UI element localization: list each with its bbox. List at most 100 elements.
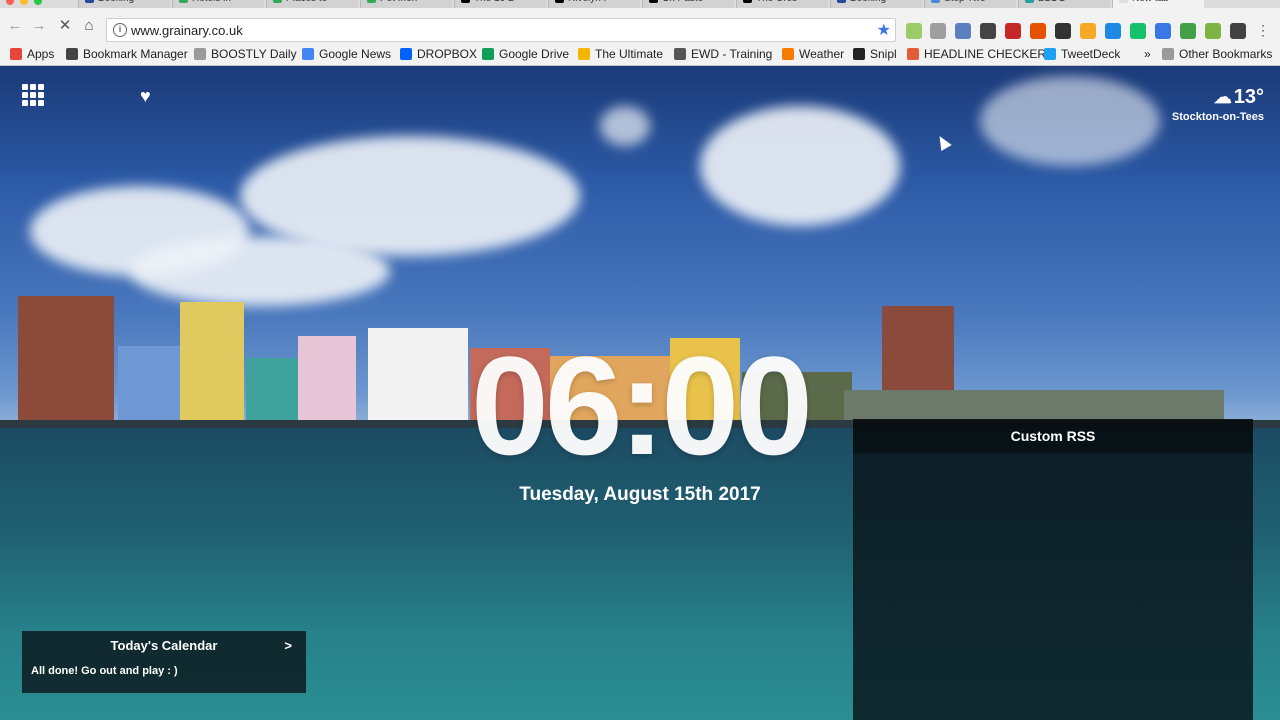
extension-icon[interactable]	[1155, 23, 1171, 39]
browser-tab[interactable]: Step Two ×	[924, 0, 1016, 8]
browser-tab[interactable]: Places to ×	[266, 0, 358, 8]
heart-pulse-icon[interactable]: ♥	[140, 86, 151, 106]
bookmark-item[interactable]: Google Drive	[482, 46, 569, 62]
browser-tab[interactable]: Hotels in ×	[172, 0, 264, 8]
reload-icon[interactable]: ✕	[56, 17, 74, 35]
bookmark-item[interactable]: HEADLINE CHECKER	[907, 46, 1046, 62]
weather-icon	[782, 48, 794, 60]
bookmark-star-icon[interactable]: ★	[877, 20, 891, 40]
forward-icon[interactable]: →	[30, 17, 48, 35]
tab-close-icon[interactable]: ×	[628, 0, 634, 4]
tab-close-icon[interactable]: ×	[252, 0, 258, 4]
bookmark-label: HEADLINE CHECKER	[924, 47, 1047, 61]
browser-tab[interactable]: Pet frien ×	[360, 0, 452, 8]
tab-close-icon[interactable]: ×	[910, 0, 916, 4]
calendar-header[interactable]: Today's Calendar >	[22, 631, 306, 661]
minimize-window-icon[interactable]	[20, 0, 28, 5]
apps-grid-icon[interactable]	[22, 84, 44, 106]
browser-tab[interactable]: Rivelyn F ×	[548, 0, 640, 8]
site-info-icon[interactable]: i	[113, 23, 127, 37]
maximize-window-icon[interactable]	[34, 0, 42, 5]
address-bar[interactable]: i www.grainary.co.uk ★	[106, 18, 896, 42]
co-icon	[907, 48, 919, 60]
browser-tab[interactable]: The 10 B ×	[454, 0, 546, 8]
tab-close-icon[interactable]: ×	[346, 0, 352, 4]
building	[246, 358, 298, 424]
extension-icon[interactable]	[1230, 23, 1246, 39]
browser-tab[interactable]: Ox Pasto ×	[642, 0, 734, 8]
tab-favicon-icon	[273, 0, 282, 3]
tab-close-icon[interactable]: ×	[1192, 0, 1198, 4]
extension-icon[interactable]	[955, 23, 971, 39]
tab-label: Ox Pasto	[662, 0, 703, 4]
weather-widget[interactable]: ☁ 13° Stockton-on-Tees	[1172, 86, 1264, 123]
browser-tab[interactable]: Booking ×	[78, 0, 170, 8]
browser-tab[interactable]: BLOG ×	[1018, 0, 1110, 8]
star-icon	[66, 48, 78, 60]
extension-icon[interactable]	[1005, 23, 1021, 39]
background-cloud	[700, 106, 900, 226]
extension-icon[interactable]	[1080, 23, 1096, 39]
back-icon[interactable]: ←	[6, 17, 24, 35]
extension-icon[interactable]	[1030, 23, 1046, 39]
tab-favicon-icon	[461, 0, 470, 3]
close-window-icon[interactable]	[6, 0, 14, 5]
pocket-icon[interactable]	[980, 23, 996, 39]
extension-icon[interactable]	[1180, 23, 1196, 39]
home-icon[interactable]: ⌂	[80, 17, 98, 35]
tab-close-icon[interactable]: ×	[158, 0, 164, 4]
extension-icon[interactable]	[930, 23, 946, 39]
bookmarks-bar: Apps Bookmark Manager BOOSTLY Daily Google …	[0, 42, 1280, 66]
tab-favicon-icon	[743, 0, 752, 3]
tab-close-icon[interactable]: ×	[816, 0, 822, 4]
bookmark-item[interactable]: The Ultimate	[578, 46, 663, 62]
tab-label: Booking	[850, 0, 886, 4]
bookmark-label: Google News	[319, 47, 392, 61]
bookmark-label: The Ultimate	[595, 47, 664, 61]
tab-label: Booking	[98, 0, 134, 4]
bookmark-item[interactable]: EWD - Training	[674, 46, 772, 62]
browser-tab[interactable]: New tab ×	[1112, 0, 1204, 8]
bookmark-item[interactable]: BOOSTLY Daily	[194, 46, 297, 62]
tab-close-icon[interactable]: ×	[1004, 0, 1010, 4]
bookmark-item[interactable]: Bookmark Manager	[66, 46, 188, 62]
extension-icon[interactable]	[1055, 23, 1071, 39]
extension-icon[interactable]	[906, 23, 922, 39]
tweetdeck-icon	[1044, 48, 1056, 60]
extension-icon[interactable]	[1205, 23, 1221, 39]
rss-title[interactable]: Custom RSS	[853, 419, 1253, 453]
browser-tab[interactable]: The Cres ×	[736, 0, 828, 8]
bookmark-item[interactable]: DROPBOX	[400, 46, 477, 62]
menu-icon[interactable]: ⋮	[1256, 22, 1270, 38]
bookmark-item[interactable]: Other Bookmarks	[1162, 46, 1272, 62]
bookmark-item[interactable]: Snipl	[853, 46, 897, 62]
new-tab-page: ♥ ☁ 13° Stockton-on-Tees 06:00 Tuesday, A…	[0, 66, 1280, 720]
folder-icon	[1162, 48, 1174, 60]
tab-label: The 10 B	[474, 0, 515, 4]
bookmark-label: TweetDeck	[1061, 47, 1121, 61]
browser-tab[interactable]: Booking ×	[830, 0, 922, 8]
bookmark-label: DROPBOX	[417, 47, 478, 61]
tab-close-icon[interactable]: ×	[440, 0, 446, 4]
bookmark-item[interactable]: Weather	[782, 46, 844, 62]
bookmark-item[interactable]: TweetDeck	[1044, 46, 1120, 62]
weather-location: Stockton-on-Tees	[1171, 111, 1264, 123]
grammarly-icon[interactable]	[1130, 23, 1146, 39]
tab-close-icon[interactable]: ×	[534, 0, 540, 4]
building	[298, 336, 356, 424]
url-text[interactable]: www.grainary.co.uk	[131, 23, 243, 38]
tab-favicon-icon	[837, 0, 846, 3]
bookmark-label: BOOSTLY Daily	[211, 47, 297, 61]
tab-close-icon[interactable]: ×	[722, 0, 728, 4]
calendar-arrow-icon[interactable]: >	[284, 631, 292, 661]
bookmark-item[interactable]: Google News	[302, 46, 391, 62]
bookmark-label: Bookmark Manager	[83, 47, 188, 61]
extension-icon[interactable]	[1105, 23, 1121, 39]
tab-close-icon[interactable]: ×	[1098, 0, 1104, 4]
building	[180, 302, 244, 424]
calendar-title: Today's Calendar	[110, 638, 218, 653]
background-cloud	[980, 76, 1160, 166]
tab-favicon-icon	[179, 0, 188, 3]
bookmark-item[interactable]: »	[1144, 46, 1151, 62]
bookmark-item[interactable]: Apps	[10, 46, 54, 62]
